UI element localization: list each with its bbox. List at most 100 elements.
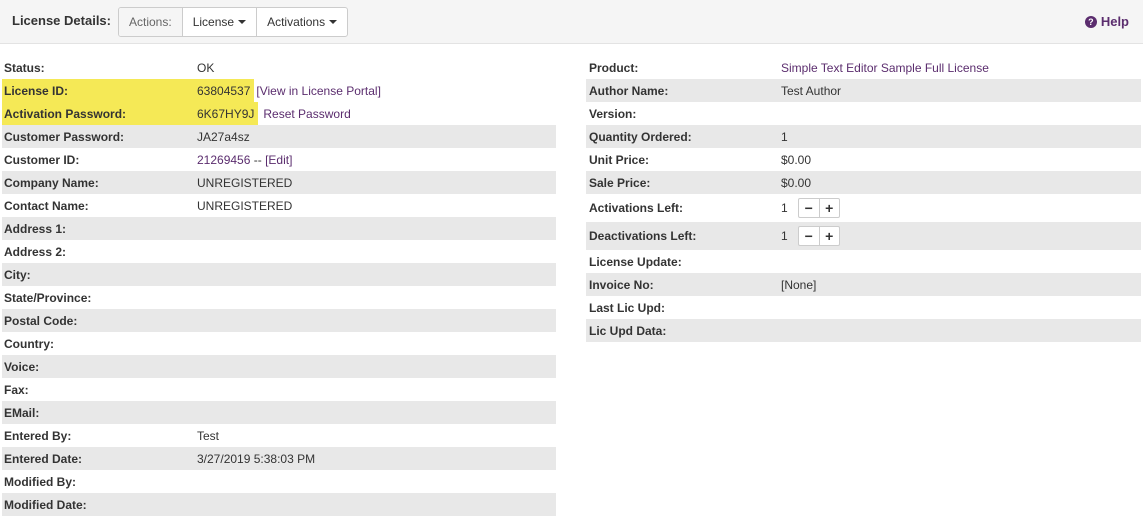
- field-value: UNREGISTERED: [197, 175, 293, 190]
- product-link[interactable]: Simple Text Editor Sample Full License: [781, 61, 989, 75]
- lic-upd-data-row: Lic Upd Data:: [586, 319, 1141, 342]
- field-label: License ID:: [4, 83, 69, 98]
- version-row: Version:: [586, 102, 1141, 125]
- field-label: Customer ID:: [4, 152, 80, 167]
- author-name-row: Author Name: Test Author: [586, 79, 1141, 102]
- increment-activations-button[interactable]: +: [818, 199, 839, 217]
- email-row: EMail:: [2, 401, 556, 424]
- view-in-license-portal-link[interactable]: [View in License Portal]: [256, 84, 381, 98]
- field-label: Entered By:: [4, 428, 72, 443]
- voice-row: Voice:: [2, 355, 556, 378]
- field-label: Modified By:: [4, 474, 76, 489]
- activations-dropdown-label: Activations: [267, 15, 326, 29]
- activations-left-value: 1: [781, 201, 788, 215]
- last-lic-upd-row: Last Lic Upd:: [586, 296, 1141, 319]
- decrement-deactivations-button[interactable]: −: [799, 227, 819, 245]
- field-label: Product:: [589, 60, 639, 75]
- field-label: Deactivations Left:: [589, 229, 697, 243]
- field-value: OK: [197, 60, 215, 75]
- field-label: Activation Password:: [4, 106, 127, 121]
- postal-code-row: Postal Code:: [2, 309, 556, 332]
- product-row: Product: Simple Text Editor Sample Full …: [586, 56, 1141, 79]
- activations-left-row: Activations Left: 1 − +: [586, 194, 1141, 222]
- status-row: Status: OK: [2, 56, 556, 79]
- field-label: State/Province:: [4, 290, 92, 305]
- increment-deactivations-button[interactable]: +: [818, 227, 839, 245]
- actions-label: Actions:: [119, 8, 182, 36]
- question-circle-icon: ?: [1084, 15, 1097, 28]
- field-label: Quantity Ordered:: [589, 129, 692, 144]
- company-name-row: Company Name: UNREGISTERED: [2, 171, 556, 194]
- help-link[interactable]: ? Help: [1084, 14, 1129, 29]
- field-label: Postal Code:: [4, 313, 78, 328]
- field-label: Unit Price:: [589, 152, 650, 167]
- customer-password-row: Customer Password: JA27a4sz: [2, 125, 556, 148]
- caret-down-icon: [238, 20, 247, 24]
- entered-date-row: Entered Date: 3/27/2019 5:38:03 PM: [2, 447, 556, 470]
- city-row: City:: [2, 263, 556, 286]
- modified-by-row: Modified By:: [2, 470, 556, 493]
- field-label: Entered Date:: [4, 451, 83, 466]
- field-value: 21269456 -- [Edit]: [197, 153, 292, 167]
- field-label: Country:: [4, 336, 54, 351]
- fax-row: Fax:: [2, 378, 556, 401]
- activation-password-value: 6K67HY9J: [197, 106, 255, 121]
- invoice-no-row: Invoice No: [None]: [586, 273, 1141, 296]
- action-button-group: Actions: License Activations: [118, 7, 349, 37]
- reset-password-link[interactable]: Reset Password: [263, 107, 350, 121]
- license-id-row: License ID: 63804537 [View in License Po…: [2, 79, 556, 102]
- field-value: 1 − +: [781, 226, 840, 246]
- field-label: Last Lic Upd:: [589, 300, 666, 315]
- modified-date-row: Modified Date:: [2, 493, 556, 516]
- unit-price-row: Unit Price: $0.00: [586, 148, 1141, 171]
- license-update-row: License Update:: [586, 250, 1141, 273]
- field-label: City:: [4, 267, 31, 282]
- field-value: UNREGISTERED: [197, 198, 293, 213]
- page-title: License Details:: [12, 13, 111, 28]
- sale-price-row: Sale Price: $0.00: [586, 171, 1141, 194]
- field-value: 1 − +: [781, 198, 840, 218]
- field-value: Test: [197, 428, 220, 443]
- field-value: JA27a4sz: [197, 129, 250, 144]
- highlight: Activation Password: 6K67HY9J: [2, 102, 259, 125]
- customer-id-link[interactable]: 21269456: [197, 153, 250, 167]
- activations-stepper: − +: [797, 198, 840, 218]
- deactivations-left-value: 1: [781, 229, 788, 243]
- field-label: Modified Date:: [4, 497, 87, 512]
- field-label: Lic Upd Data:: [589, 323, 667, 338]
- field-value: $0.00: [781, 152, 812, 167]
- deactivations-stepper: − +: [797, 226, 840, 246]
- toolbar: License Details: Actions: License Activa…: [0, 0, 1143, 44]
- customer-id-row: Customer ID: 21269456 -- [Edit]: [2, 148, 556, 171]
- field-label: Address 2:: [4, 244, 67, 259]
- field-label: Author Name:: [589, 83, 669, 98]
- field-label: Invoice No:: [589, 277, 654, 292]
- license-dropdown-label: License: [192, 15, 235, 29]
- field-label: Contact Name:: [4, 198, 89, 213]
- field-label: License Update:: [589, 254, 682, 269]
- field-value: Test Author: [781, 83, 842, 98]
- state-row: State/Province:: [2, 286, 556, 309]
- caret-down-icon: [329, 20, 338, 24]
- entered-by-row: Entered By: Test: [2, 424, 556, 447]
- address1-row: Address 1:: [2, 217, 556, 240]
- separator: --: [250, 152, 266, 167]
- help-label: Help: [1100, 14, 1129, 29]
- address2-row: Address 2:: [2, 240, 556, 263]
- field-label: EMail:: [4, 405, 40, 420]
- field-label: Voice:: [4, 359, 40, 374]
- field-value: 1: [781, 129, 788, 144]
- field-value: [None]: [781, 277, 817, 292]
- field-label: Activations Left:: [589, 201, 684, 215]
- deactivations-left-row: Deactivations Left: 1 − +: [586, 222, 1141, 250]
- field-label: Company Name:: [4, 175, 99, 190]
- field-label: Status:: [4, 60, 45, 75]
- field-value: 3/27/2019 5:38:03 PM: [197, 451, 316, 466]
- license-id-value: 63804537: [197, 83, 251, 98]
- decrement-activations-button[interactable]: −: [799, 199, 819, 217]
- quantity-ordered-row: Quantity Ordered: 1: [586, 125, 1141, 148]
- license-dropdown-button[interactable]: License: [181, 8, 256, 36]
- activations-dropdown-button[interactable]: Activations: [256, 8, 347, 36]
- product-details-panel: Product: Simple Text Editor Sample Full …: [586, 56, 1141, 342]
- edit-customer-link[interactable]: [Edit]: [265, 153, 292, 167]
